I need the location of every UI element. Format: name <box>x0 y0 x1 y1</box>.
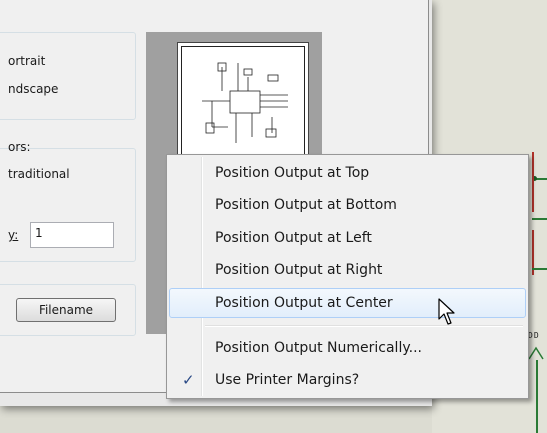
schematic-wire <box>536 360 538 433</box>
arrow-cursor-icon <box>438 298 455 325</box>
menu-item-label: Position Output Numerically... <box>215 340 422 356</box>
schematic-thumbnail-icon <box>202 62 288 143</box>
menu-item-label: Position Output at Center <box>215 295 393 311</box>
menu-separator <box>205 325 523 327</box>
menu-item-label: Position Output at Bottom <box>215 197 397 213</box>
colors-group-label: ors: <box>8 140 31 154</box>
position-output-menu: Position Output at Top Position Output a… <box>166 154 529 399</box>
menu-item-label: Use Printer Margins? <box>215 372 360 388</box>
preview-page <box>177 42 309 162</box>
menu-item-label: Position Output at Right <box>215 262 383 278</box>
menu-item-position-top[interactable]: Position Output at Top <box>169 158 526 188</box>
menu-item-position-right[interactable]: Position Output at Right <box>169 255 526 285</box>
schematic-wire <box>532 268 547 270</box>
menu-item-position-center[interactable]: Position Output at Center <box>169 288 526 318</box>
landscape-option[interactable]: ndscape <box>8 82 58 96</box>
menu-item-label: Position Output at Left <box>215 230 372 246</box>
copies-label: y: <box>8 228 19 242</box>
checkmark-icon: ✓ <box>182 371 195 389</box>
menu-item-label: Position Output at Top <box>215 165 370 181</box>
menu-item-use-printer-margins[interactable]: ✓ Use Printer Margins? <box>169 365 526 395</box>
menu-item-position-numerically[interactable]: Position Output Numerically... <box>169 333 526 363</box>
traditional-option[interactable]: traditional <box>8 167 70 181</box>
copies-input[interactable]: 1 <box>30 222 114 248</box>
orientation-group <box>0 32 136 120</box>
schematic-net-label: DD <box>528 331 540 340</box>
schematic-wire <box>532 218 547 220</box>
portrait-option[interactable]: ortrait <box>8 54 45 68</box>
filename-button[interactable]: Filename <box>16 298 116 322</box>
power-symbol-icon <box>528 346 544 360</box>
menu-item-position-bottom[interactable]: Position Output at Bottom <box>169 190 526 220</box>
menu-item-position-left[interactable]: Position Output at Left <box>169 223 526 253</box>
schematic-pin <box>532 152 534 212</box>
